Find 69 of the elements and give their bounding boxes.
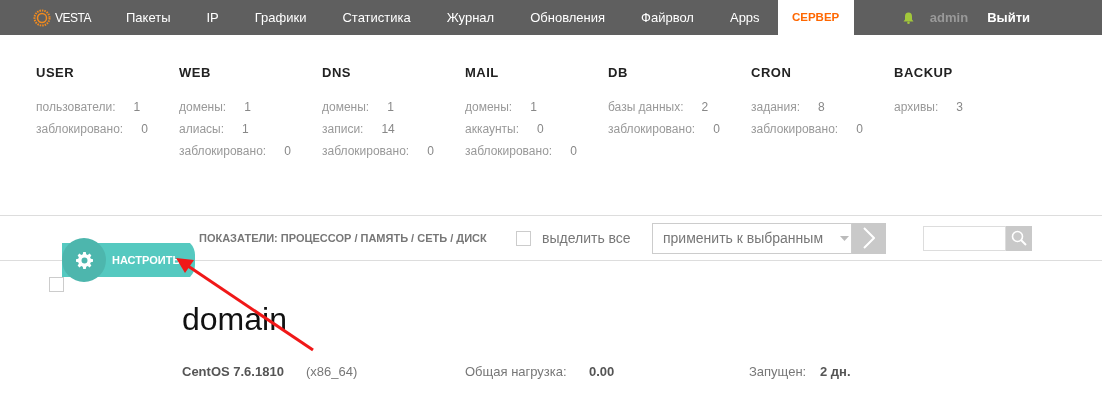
stat-label: задания: (751, 99, 800, 116)
logout-link[interactable]: Выйти (987, 7, 1030, 28)
stat-label: заблокировано: (751, 121, 839, 138)
stat-label: алиасы: (179, 121, 224, 138)
nav-tab[interactable]: Apps (711, 0, 778, 35)
stat-value: 14 (381, 121, 395, 138)
caret-icon (840, 235, 849, 241)
stat-label: записи: (322, 121, 364, 138)
stat-label: аккаунты: (465, 121, 520, 138)
uptime-value: 2 дн. (820, 363, 852, 381)
stat-label: заблокировано: (322, 143, 410, 160)
uptime-label: Запущен: (749, 363, 808, 381)
stat-label: заблокировано: (36, 121, 124, 138)
bell-icon[interactable] (902, 11, 914, 24)
search-field[interactable] (923, 225, 1006, 251)
stat-title[interactable]: DNS (322, 65, 465, 81)
stat-value: 3 (956, 99, 963, 116)
stat-label: домены: (465, 99, 513, 116)
stat-title[interactable]: BACKUP (894, 65, 1037, 81)
stat-value: 0 (713, 121, 720, 138)
stat-value: 0 (427, 143, 434, 160)
bulk-action-dropdown[interactable]: применить к выбранным (652, 222, 852, 254)
stat-label: архивы: (894, 99, 939, 116)
stat-label: домены: (179, 99, 227, 116)
nav-tab[interactable]: Графики (236, 0, 325, 35)
stat-label: базы данных: (608, 99, 684, 116)
stat-value: 0 (284, 143, 291, 160)
checkbox[interactable] (516, 230, 531, 246)
stat-value: 0 (537, 121, 544, 138)
gear-icon (75, 251, 93, 269)
nav-tab[interactable]: Журнал (428, 0, 513, 35)
search-icon (1011, 230, 1027, 246)
nav-tab[interactable]: IP (188, 0, 237, 35)
search-button[interactable] (1006, 225, 1032, 251)
nav-tab[interactable]: Обновления (512, 0, 624, 35)
load-value: 0.00 (589, 363, 616, 381)
stat-value: 8 (818, 99, 825, 116)
stat-value: 1 (387, 99, 394, 116)
stat-title[interactable]: WEB (179, 65, 322, 81)
apply-button[interactable] (852, 222, 886, 254)
stat-label: заблокировано: (465, 143, 553, 160)
logo-text[interactable]: VESTA (55, 8, 91, 27)
chevron-icon (863, 227, 875, 249)
logo-icon (33, 8, 51, 27)
checkbox[interactable] (49, 277, 64, 292)
load-label: Общая нагрузка: (465, 363, 568, 381)
stat-title[interactable]: USER (36, 65, 179, 81)
stat-value: 0 (856, 121, 863, 138)
stat-value: 1 (530, 99, 537, 116)
stat-label: заблокировано: (179, 143, 267, 160)
stat-label: заблокировано: (608, 121, 696, 138)
stat-label: домены: (322, 99, 370, 116)
indicators-link[interactable]: ПОКАЗАТЕЛИ: ПРОЦЕССОР / ПАМЯТЬ / СЕТЬ / ДИСК (199, 229, 516, 247)
architecture: (x86_64) (306, 363, 359, 381)
nav-tab[interactable]: Пакеты (107, 0, 189, 35)
stat-value: 1 (244, 99, 251, 116)
os-version: CentOS 7.6.1810 (182, 363, 285, 381)
stat-title[interactable]: DB (608, 65, 751, 81)
stat-label: пользователи: (36, 99, 116, 116)
stat-value: 1 (242, 121, 249, 138)
nav-tab[interactable]: Статистика (324, 0, 429, 35)
stat-title[interactable]: MAIL (465, 65, 608, 81)
stat-title[interactable]: CRON (751, 65, 894, 81)
stat-value: 0 (570, 143, 577, 160)
select-all-label[interactable]: выделить все (542, 227, 652, 249)
stat-value: 1 (133, 99, 141, 116)
stat-value: 2 (701, 99, 709, 116)
stat-value: 0 (141, 121, 148, 138)
nav-tab[interactable]: Файрвол (623, 0, 712, 35)
